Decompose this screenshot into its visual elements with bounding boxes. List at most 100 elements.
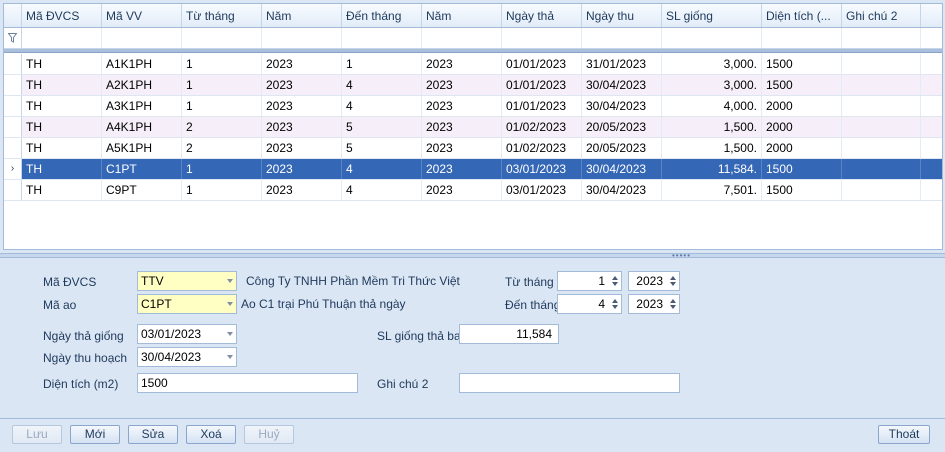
row-indicator[interactable] <box>4 75 22 95</box>
table-cell[interactable]: TH <box>22 75 102 95</box>
filter-cell[interactable] <box>22 28 102 48</box>
tu-thang-year-spinner[interactable]: 2023 <box>628 271 680 291</box>
table-row[interactable]: TH A1K1PH 1 2023 1 2023 01/01/2023 31/01/2023 3,… <box>4 54 942 75</box>
table-row[interactable]: TH A4K1PH 2 2023 5 2023 01/02/2023 20/05/2023 1,… <box>4 117 942 138</box>
table-cell[interactable]: 1 <box>342 54 422 74</box>
table-cell[interactable]: 01/01/2023 <box>502 96 582 116</box>
splitter-handle[interactable]: ••••• <box>0 252 945 260</box>
filter-cell[interactable] <box>662 28 762 48</box>
chevron-down-icon[interactable] <box>227 332 233 336</box>
spin-up-icon[interactable] <box>612 276 618 280</box>
table-cell[interactable]: 4 <box>342 159 422 179</box>
table-cell[interactable]: 01/02/2023 <box>502 117 582 137</box>
spin-down-icon[interactable] <box>670 305 676 309</box>
table-cell[interactable]: A1K1PH <box>102 54 182 74</box>
filter-cell[interactable] <box>262 28 342 48</box>
table-cell[interactable] <box>842 96 921 116</box>
table-cell[interactable]: TH <box>22 54 102 74</box>
spin-down-icon[interactable] <box>670 282 676 286</box>
column-header[interactable]: Mã ĐVCS <box>22 4 102 27</box>
row-indicator[interactable] <box>4 54 22 74</box>
dien-tich-field[interactable]: 1500 <box>137 373 358 393</box>
column-header[interactable]: Từ tháng <box>182 4 262 27</box>
table-cell[interactable]: TH <box>22 159 102 179</box>
filter-cell[interactable] <box>502 28 582 48</box>
row-indicator[interactable] <box>4 180 22 200</box>
moi-button[interactable]: Mới <box>70 425 120 444</box>
table-cell[interactable]: 1500 <box>762 180 842 200</box>
funnel-icon[interactable] <box>4 28 22 48</box>
spin-up-icon[interactable] <box>612 299 618 303</box>
table-cell[interactable]: 2023 <box>262 138 342 158</box>
filter-cell[interactable] <box>422 28 502 48</box>
data-grid[interactable]: Mã ĐVCS Mã VV Từ tháng Năm Đến tháng Năm Ngày … <box>3 3 943 250</box>
table-cell[interactable]: 4 <box>342 96 422 116</box>
table-cell[interactable]: 2023 <box>262 117 342 137</box>
column-header[interactable]: Ghi chú 2 <box>842 4 921 27</box>
table-cell[interactable]: A5K1PH <box>102 138 182 158</box>
table-cell[interactable]: 1500 <box>762 75 842 95</box>
table-cell[interactable]: TH <box>22 138 102 158</box>
table-cell[interactable]: 1 <box>182 96 262 116</box>
chevron-down-icon[interactable] <box>227 355 233 359</box>
filter-cell[interactable] <box>102 28 182 48</box>
table-cell[interactable]: 2023 <box>262 180 342 200</box>
column-header[interactable]: Mã VV <box>102 4 182 27</box>
tu-thang-month-spinner[interactable]: 1 <box>557 271 622 291</box>
chevron-down-icon[interactable] <box>227 279 233 283</box>
spin-up-icon[interactable] <box>670 276 676 280</box>
table-cell[interactable]: 2023 <box>422 117 502 137</box>
table-cell[interactable]: TH <box>22 180 102 200</box>
table-cell[interactable]: 20/05/2023 <box>582 138 662 158</box>
table-cell[interactable]: TH <box>22 117 102 137</box>
table-cell[interactable]: TH <box>22 96 102 116</box>
den-thang-year-spinner[interactable]: 2023 <box>628 294 680 314</box>
table-cell[interactable] <box>842 180 921 200</box>
table-cell[interactable]: 4,000. <box>662 96 762 116</box>
table-cell[interactable]: 2 <box>182 117 262 137</box>
table-row[interactable]: TH A3K1PH 1 2023 4 2023 01/01/2023 30/04/2023 4,… <box>4 96 942 117</box>
table-cell[interactable]: 20/05/2023 <box>582 117 662 137</box>
luu-button[interactable]: Lưu <box>12 425 62 444</box>
table-cell[interactable]: C1PT <box>102 159 182 179</box>
table-cell[interactable]: A3K1PH <box>102 96 182 116</box>
table-cell[interactable]: 2023 <box>422 159 502 179</box>
table-cell[interactable]: 5 <box>342 117 422 137</box>
table-cell[interactable]: 30/04/2023 <box>582 180 662 200</box>
table-cell[interactable] <box>842 159 921 179</box>
column-header[interactable]: Đến tháng <box>342 4 422 27</box>
table-cell[interactable]: 2000 <box>762 96 842 116</box>
filter-cell[interactable] <box>582 28 662 48</box>
table-row[interactable]: TH C9PT 1 2023 4 2023 03/01/2023 30/04/2023 7,50… <box>4 180 942 201</box>
table-cell[interactable]: 03/01/2023 <box>502 180 582 200</box>
table-cell[interactable]: 4 <box>342 75 422 95</box>
ma-ao-combo[interactable]: C1PT <box>137 294 237 314</box>
row-indicator[interactable] <box>4 117 22 137</box>
table-cell[interactable]: 1 <box>182 54 262 74</box>
table-row[interactable]: › TH C1PT 1 2023 4 2023 03/01/2023 30/04/2023 11,… <box>4 159 942 180</box>
table-cell[interactable]: 03/01/2023 <box>502 159 582 179</box>
table-cell[interactable]: 01/02/2023 <box>502 138 582 158</box>
row-indicator[interactable] <box>4 96 22 116</box>
table-cell[interactable]: 2023 <box>422 75 502 95</box>
table-cell[interactable]: A4K1PH <box>102 117 182 137</box>
column-header[interactable]: Ngày thả <box>502 4 582 27</box>
spin-down-icon[interactable] <box>612 305 618 309</box>
table-cell[interactable]: 2023 <box>262 96 342 116</box>
filter-cell[interactable] <box>762 28 842 48</box>
spin-down-icon[interactable] <box>612 282 618 286</box>
column-header[interactable]: Năm <box>422 4 502 27</box>
table-cell[interactable] <box>842 54 921 74</box>
table-cell[interactable]: 1 <box>182 159 262 179</box>
table-cell[interactable]: 1500 <box>762 54 842 74</box>
ghi-chu-field[interactable] <box>459 373 680 393</box>
xoa-button[interactable]: Xoá <box>186 425 236 444</box>
table-cell[interactable]: 2 <box>182 138 262 158</box>
column-header[interactable]: Năm <box>262 4 342 27</box>
table-cell[interactable]: 7,501. <box>662 180 762 200</box>
table-cell[interactable]: 31/01/2023 <box>582 54 662 74</box>
table-cell[interactable]: 1 <box>182 75 262 95</box>
ma-dvcs-combo[interactable]: TTV <box>137 271 237 291</box>
table-row[interactable]: TH A5K1PH 2 2023 5 2023 01/02/2023 20/05/2023 1,… <box>4 138 942 159</box>
row-indicator[interactable] <box>4 138 22 158</box>
